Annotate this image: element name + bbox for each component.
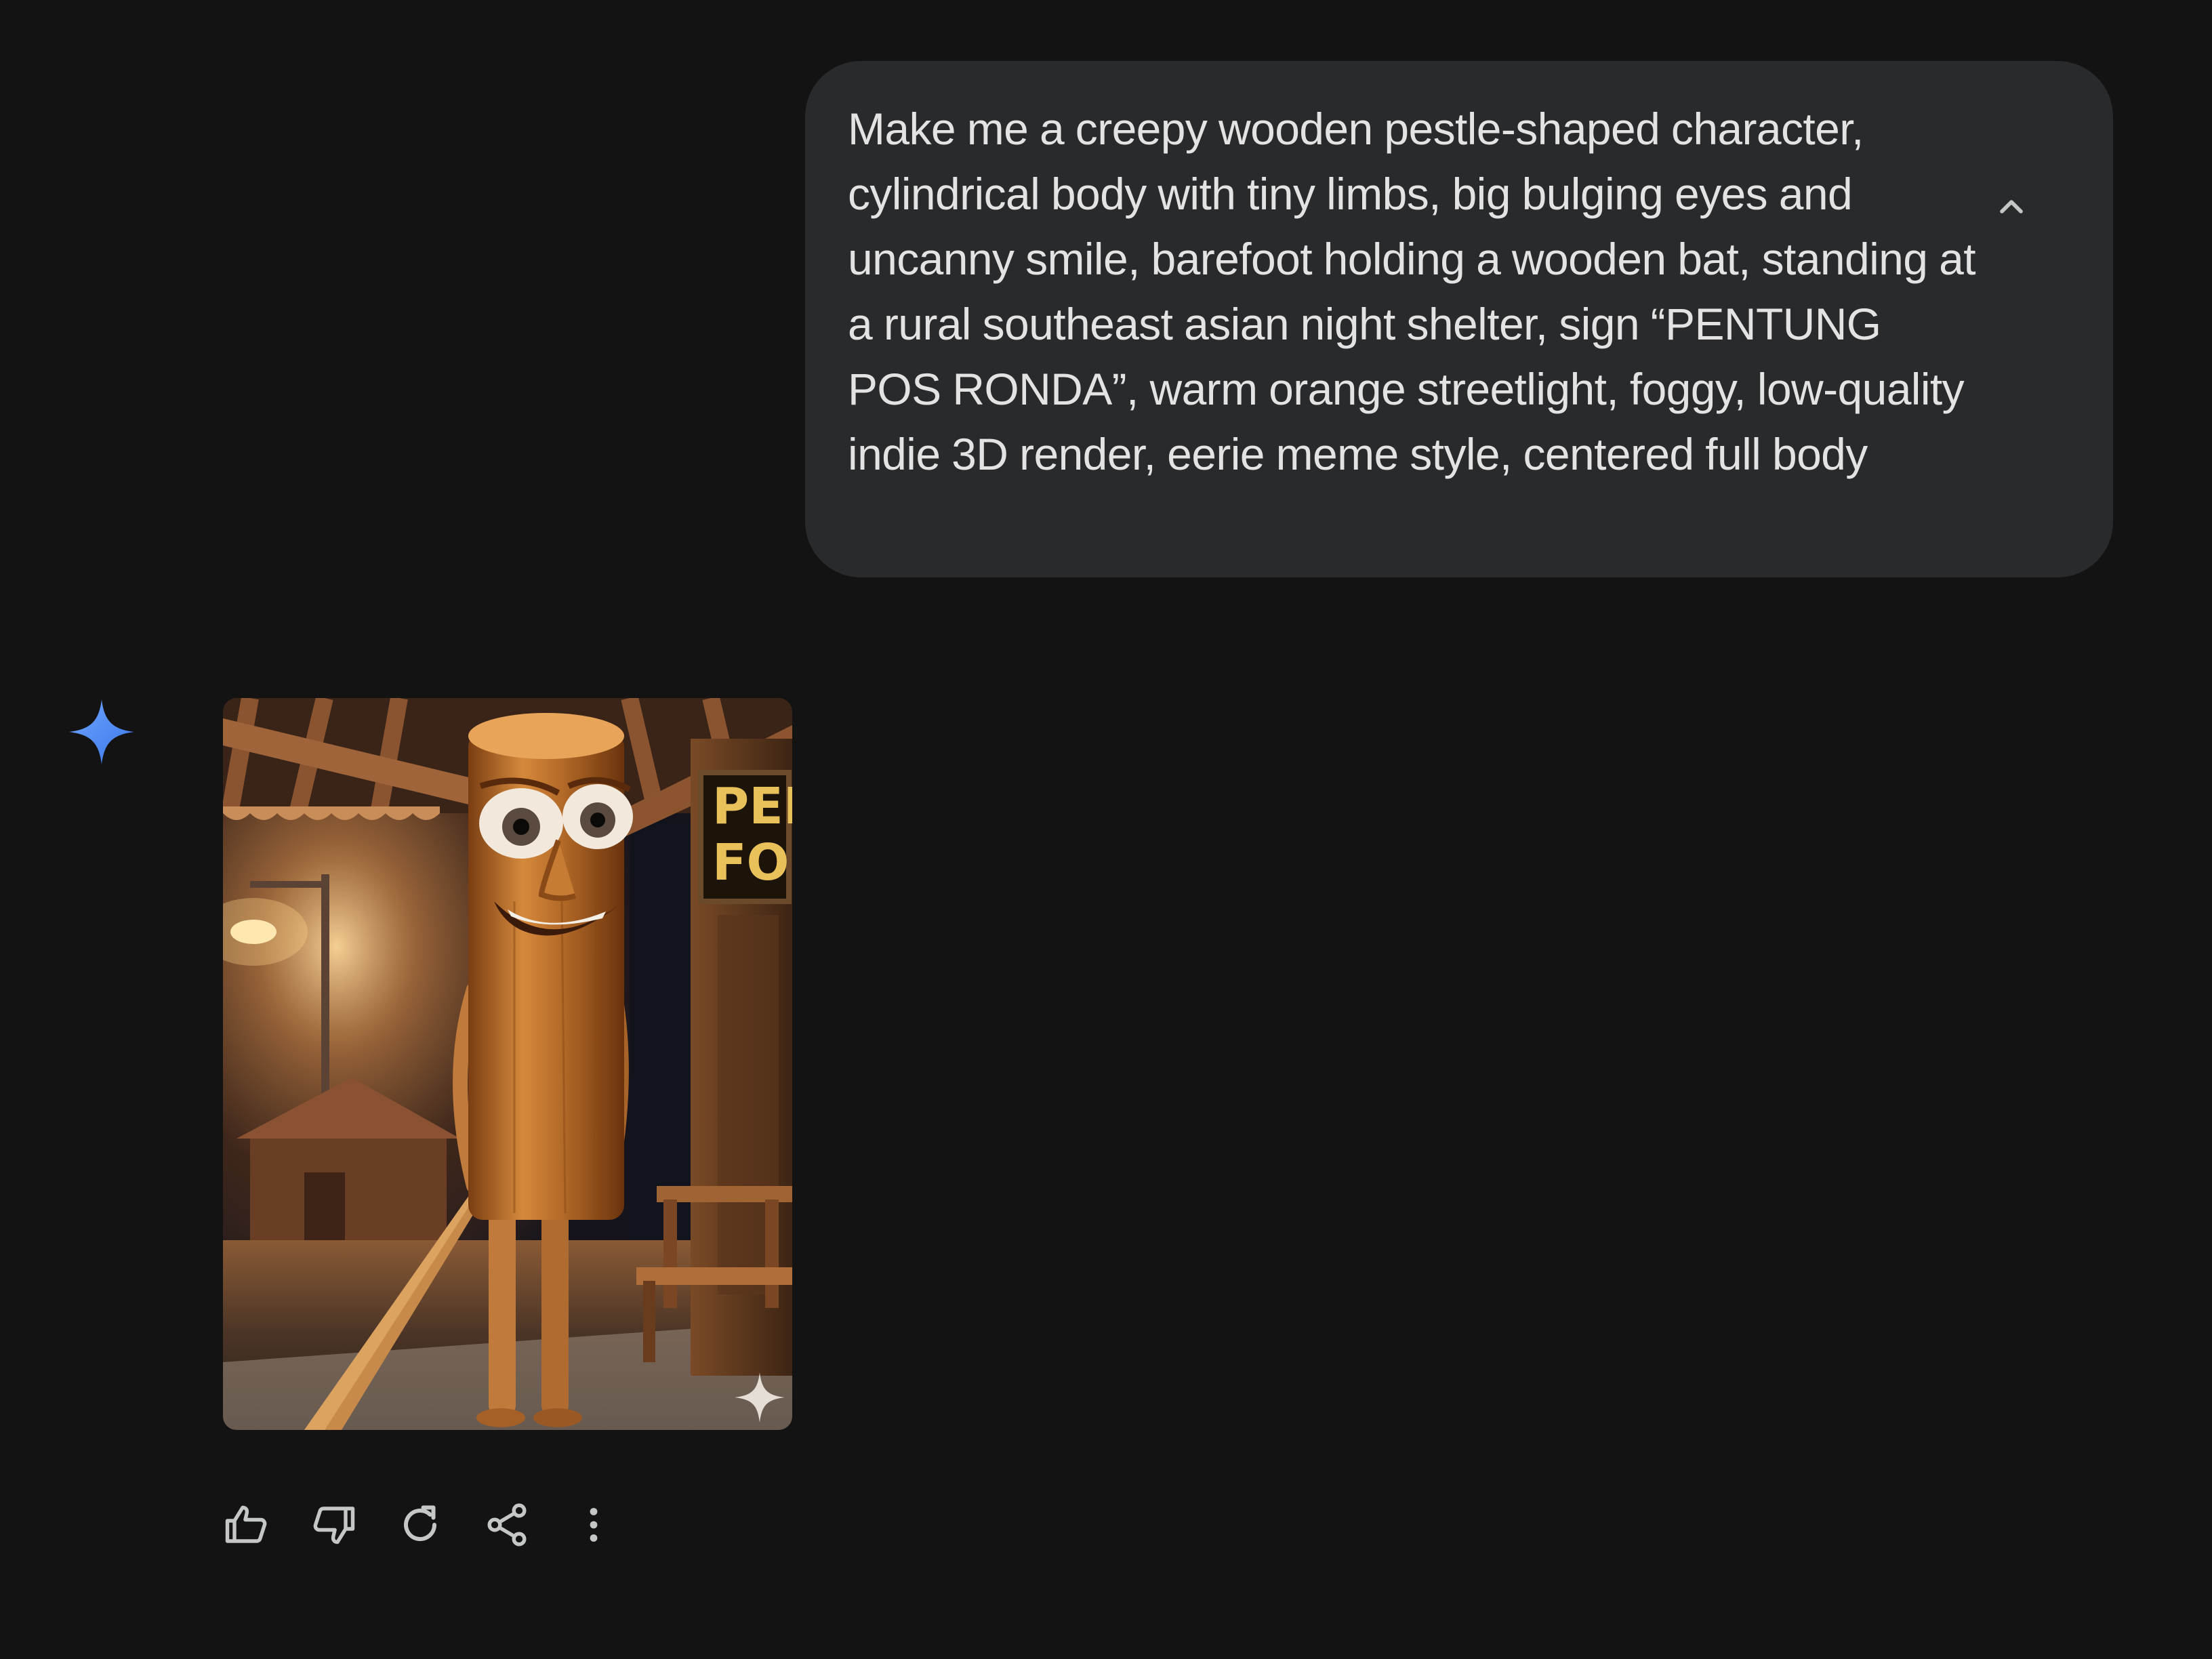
- generated-scene: PEN FOS: [223, 698, 792, 1430]
- sign-line-1: PEN: [712, 777, 792, 836]
- sparkle-watermark-icon: [735, 1372, 785, 1422]
- user-prompt-bubble: Make me a creepy wooden pestle-shaped ch…: [805, 61, 2113, 577]
- thumbs-down-icon: [313, 1507, 355, 1544]
- share-icon: [487, 1503, 527, 1547]
- sign-line-2: FOS: [712, 834, 792, 892]
- more-options-button[interactable]: [562, 1494, 625, 1556]
- thumbs-up-button[interactable]: [216, 1494, 278, 1556]
- generated-image[interactable]: PEN FOS: [223, 698, 792, 1430]
- regenerate-button[interactable]: [389, 1494, 451, 1556]
- regenerate-icon: [404, 1505, 436, 1541]
- thumbs-down-button[interactable]: [302, 1494, 365, 1556]
- gemini-avatar: [68, 698, 136, 766]
- share-button[interactable]: [476, 1494, 538, 1556]
- thumbs-up-icon: [225, 1505, 267, 1543]
- user-prompt-text: Make me a creepy wooden pestle-shaped ch…: [848, 104, 1976, 479]
- response-action-bar: [216, 1494, 625, 1555]
- more-vertical-icon: [590, 1508, 598, 1542]
- chevron-up-icon: [2000, 200, 2023, 213]
- collapse-prompt-button[interactable]: [1984, 180, 2039, 234]
- gemini-sparkle-icon: [69, 699, 134, 764]
